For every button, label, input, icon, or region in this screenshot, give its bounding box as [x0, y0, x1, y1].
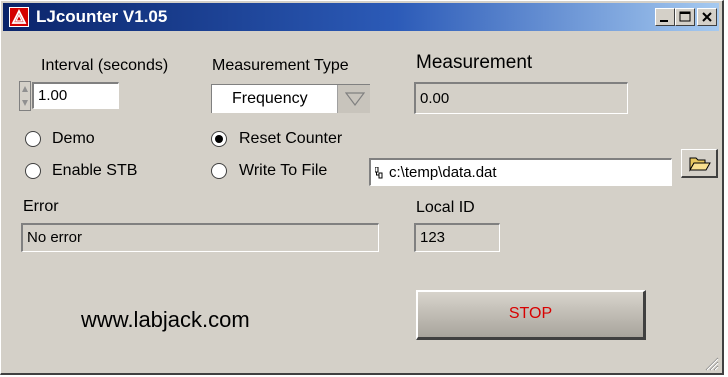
dropdown-arrow-icon [345, 92, 365, 106]
error-label: Error [23, 198, 59, 215]
resize-grip-icon[interactable] [705, 357, 719, 371]
minimize-icon [660, 20, 668, 22]
interval-label: Interval (seconds) [41, 57, 169, 74]
browse-file-button[interactable] [681, 149, 718, 178]
interval-spinner[interactable] [19, 81, 31, 111]
local-id-display: 123 [414, 223, 500, 252]
labjack-url: www.labjack.com [81, 307, 250, 332]
reset-counter-radio[interactable] [211, 131, 227, 147]
interval-input[interactable]: 1.00 [32, 82, 119, 109]
minimize-button[interactable] [655, 8, 675, 26]
file-path-input[interactable]: c:\temp\data.dat [369, 158, 672, 186]
spinner-arrows-icon [22, 86, 28, 106]
folder-open-icon [689, 157, 711, 172]
close-button[interactable] [697, 8, 717, 26]
stop-button[interactable]: STOP [416, 290, 646, 340]
file-path-value: c:\temp\data.dat [389, 164, 497, 181]
reset-counter-label: Reset Counter [239, 130, 343, 147]
measurement-type-label: Measurement Type [212, 57, 349, 74]
demo-radio[interactable] [25, 131, 41, 147]
window-title: LJcounter V1.05 [36, 7, 168, 26]
radio-selected-dot [215, 135, 223, 143]
path-icon [375, 167, 383, 179]
demo-label: Demo [52, 130, 95, 147]
labjack-app-icon[interactable] [9, 7, 29, 27]
app-window: LJcounter V1.05 Interval (seconds) 1.00 … [0, 0, 724, 375]
maximize-button[interactable] [675, 8, 695, 26]
close-icon [702, 12, 712, 22]
measurement-label: Measurement [416, 52, 533, 73]
maximize-icon [679, 11, 691, 22]
title-bar[interactable]: LJcounter V1.05 [3, 3, 719, 31]
enable-stb-label: Enable STB [52, 162, 138, 179]
error-display: No error [21, 223, 379, 252]
write-to-file-radio[interactable] [211, 163, 227, 179]
dropdown-arrow-button[interactable] [337, 85, 370, 113]
measurement-type-dropdown[interactable]: Frequency [211, 84, 370, 113]
measurement-display: 0.00 [414, 82, 628, 114]
measurement-type-value: Frequency [232, 90, 308, 107]
write-to-file-label: Write To File [239, 162, 328, 179]
enable-stb-radio[interactable] [25, 163, 41, 179]
local-id-label: Local ID [416, 199, 475, 216]
